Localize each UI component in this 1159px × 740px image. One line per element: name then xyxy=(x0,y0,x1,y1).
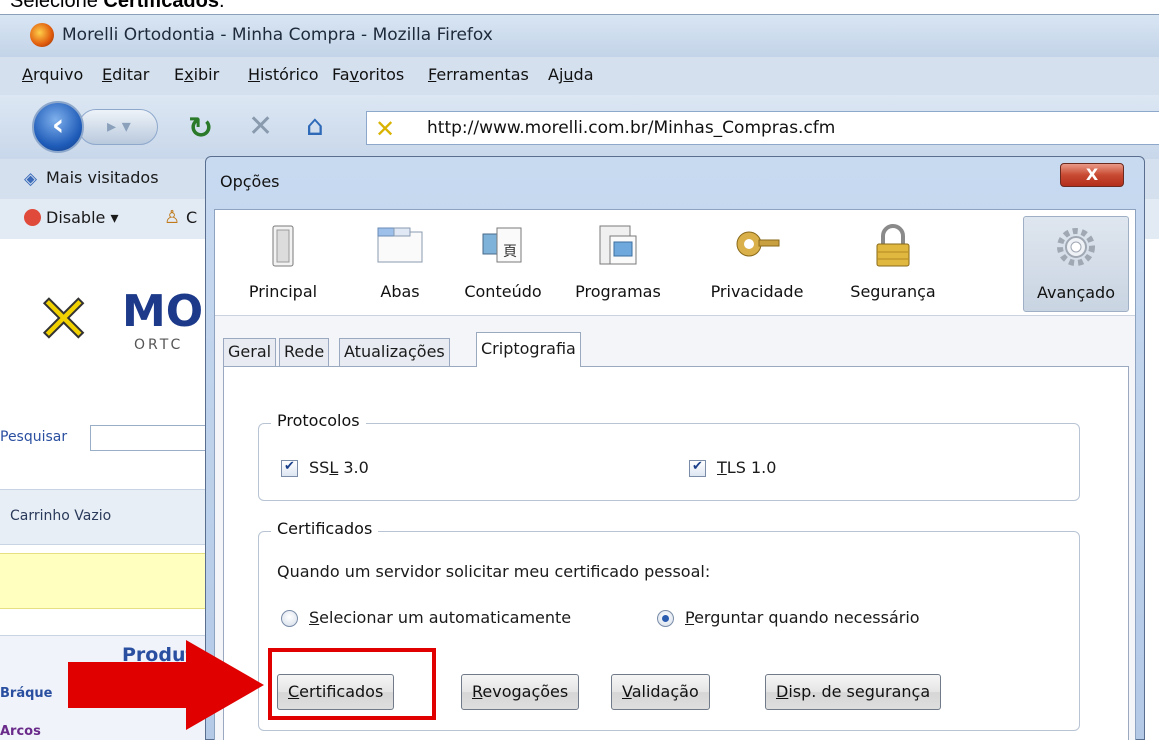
site-favicon-icon: ✕ xyxy=(375,115,396,143)
pane-label: Segurança xyxy=(850,282,936,301)
tab-atualizacoes[interactable]: Atualizações xyxy=(339,338,450,366)
pane-programas[interactable]: Programas xyxy=(563,216,673,312)
content-icon: 頁 xyxy=(482,227,522,263)
forward-button[interactable]: ▸ ▾ xyxy=(78,109,158,145)
url-text: http://www.morelli.com.br/Minhas_Compras… xyxy=(427,118,836,138)
pane-label: Principal xyxy=(248,282,318,301)
toolbar-c-label[interactable]: C xyxy=(186,208,197,227)
cart-box: Carrinho Vazio xyxy=(0,489,230,545)
reload-icon[interactable]: ↻ xyxy=(188,111,213,146)
logo-text: MO xyxy=(122,286,204,337)
pane-label: Avançado xyxy=(1037,283,1115,302)
tab-geral[interactable]: Geral xyxy=(223,338,277,366)
red-arrow-icon xyxy=(68,640,264,730)
menu-editar[interactable]: Editar xyxy=(102,65,149,84)
dialog-title: Opções xyxy=(220,172,280,191)
security-devices-button[interactable]: Disp. de segurança xyxy=(765,674,942,710)
pane-abas[interactable]: Abas xyxy=(365,216,435,312)
pane-avancado[interactable]: Avançado xyxy=(1023,216,1129,312)
stop-icon[interactable]: ✕ xyxy=(248,109,273,144)
pane-principal[interactable]: Principal xyxy=(235,216,331,312)
tab-criptografia[interactable]: Criptografia xyxy=(476,332,581,367)
tls-checkbox[interactable] xyxy=(689,459,706,477)
revocations-button[interactable]: Revogações xyxy=(461,674,580,710)
logo-x-icon: ✕ xyxy=(35,281,92,358)
menu-historico[interactable]: Histórico xyxy=(248,65,318,84)
ask-radio[interactable] xyxy=(657,610,674,627)
link-braquetes[interactable]: Bráque xyxy=(0,686,52,701)
instruction-caption: Selecione Certificados. xyxy=(10,0,225,12)
ssl-label[interactable]: SSL 3.0 xyxy=(309,458,369,477)
firefox-logo-icon xyxy=(30,23,54,47)
gear-icon xyxy=(1057,228,1095,266)
bookmark-mais-visitados[interactable]: Mais visitados xyxy=(46,168,159,187)
logo-subtext: ORTC xyxy=(134,337,184,353)
tls-label[interactable]: TLS 1.0 xyxy=(717,458,776,477)
certificate-prompt: Quando um servidor solicitar meu certifi… xyxy=(277,562,711,581)
home-icon[interactable]: ⌂ xyxy=(306,109,324,142)
programs-icon xyxy=(599,225,637,265)
menu-arquivo[interactable]: Arquivo xyxy=(22,65,83,84)
pane-label: Programas xyxy=(575,282,661,301)
back-button[interactable]: ‹ xyxy=(32,101,84,153)
window-title: Morelli Ortodontia - Minha Compra - Mozi… xyxy=(62,25,493,45)
pane-privacidade[interactable]: Privacidade xyxy=(695,216,819,312)
tab-rede[interactable]: Rede xyxy=(279,338,330,366)
url-bar[interactable]: ✕ http://www.morelli.com.br/Minhas_Compr… xyxy=(366,111,1159,145)
menu-ajuda[interactable]: Ajuda xyxy=(548,65,594,84)
navigation-toolbar: ▸ ▾ ‹ ↻ ✕ ⌂ ✕ http://www.morelli.com.br/… xyxy=(0,95,1159,159)
menu-bar: Arquivo Editar Exibir Histórico Favorito… xyxy=(0,57,1159,95)
link-arcos[interactable]: Arcos xyxy=(0,724,41,739)
tabs-icon xyxy=(377,227,423,263)
promo-band xyxy=(0,553,230,609)
menu-exibir[interactable]: Exibir xyxy=(174,65,219,84)
pane-label: Conteúdo xyxy=(464,282,542,301)
menu-ferramentas[interactable]: Ferramentas xyxy=(428,65,529,84)
switch-icon xyxy=(272,225,294,267)
close-button[interactable]: X xyxy=(1060,163,1124,187)
ask-label[interactable]: Perguntar quando necessário xyxy=(685,608,920,627)
certificados-highlight-box xyxy=(268,648,436,720)
menu-favoritos[interactable]: Favoritos xyxy=(332,65,404,84)
auto-select-label[interactable]: Selecionar um automaticamente xyxy=(309,608,571,627)
cart-label: Carrinho Vazio xyxy=(10,508,112,524)
search-input[interactable] xyxy=(90,425,210,451)
disable-icon xyxy=(24,209,41,226)
validation-button[interactable]: Validação xyxy=(611,674,710,710)
search-label: Pesquisar xyxy=(0,429,68,445)
bookmark-icon: ◈ xyxy=(24,169,38,189)
key-icon xyxy=(736,231,780,257)
certificates-legend: Certificados xyxy=(271,519,379,538)
protocols-legend: Protocolos xyxy=(271,411,366,430)
protocols-group: Protocolos SSL 3.0 TLS 1.0 xyxy=(258,411,1080,501)
pane-label: Privacidade xyxy=(710,282,804,301)
user-icon[interactable]: ♙ xyxy=(164,207,180,228)
auto-select-radio[interactable] xyxy=(281,610,298,627)
svg-text:頁: 頁 xyxy=(503,244,517,260)
pane-conteudo[interactable]: 頁 Conteúdo xyxy=(455,216,551,312)
padlock-icon xyxy=(876,224,910,267)
window-titlebar: Morelli Ortodontia - Minha Compra - Mozi… xyxy=(0,15,1159,57)
options-pane-selector: Principal Abas 頁 Conteúdo Programas Priv… xyxy=(215,210,1135,316)
disable-menu[interactable]: Disable ▾ xyxy=(46,208,118,227)
pane-label: Abas xyxy=(380,282,420,301)
ssl-checkbox[interactable] xyxy=(281,459,298,477)
pane-seguranca[interactable]: Segurança xyxy=(839,216,947,312)
